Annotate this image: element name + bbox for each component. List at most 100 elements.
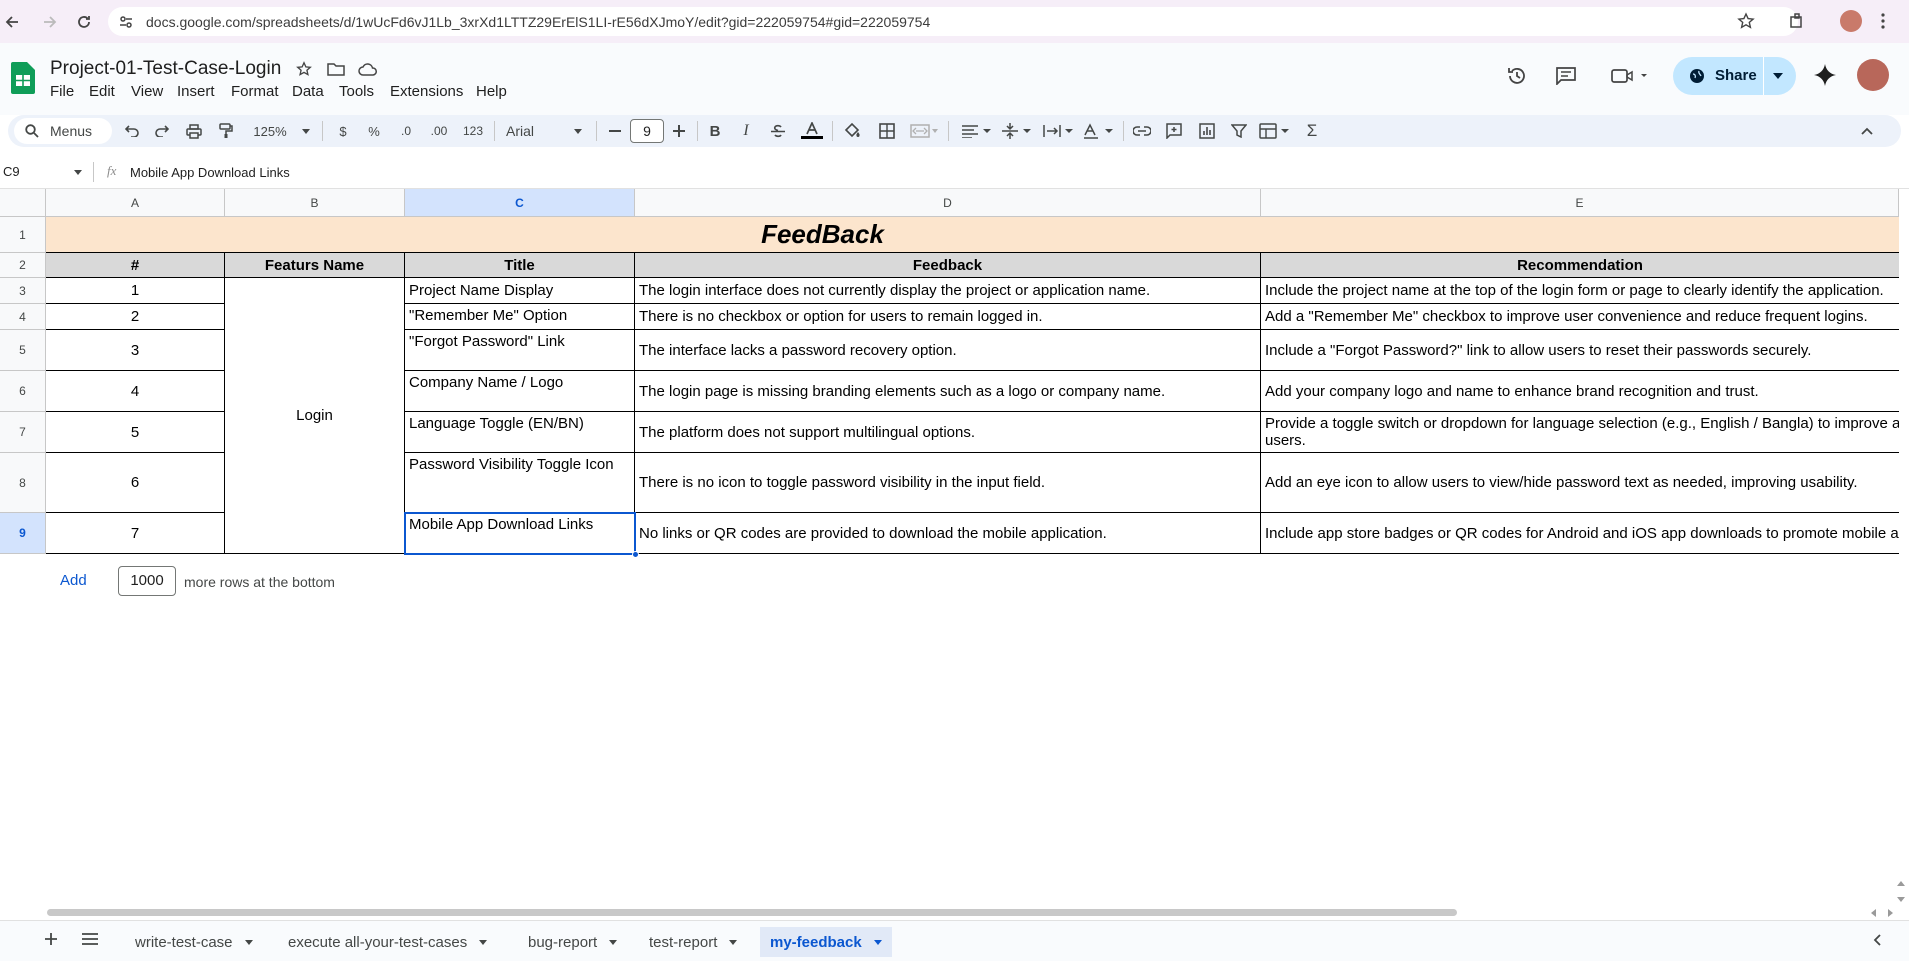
- menu-tools[interactable]: Tools: [339, 83, 374, 100]
- cloud-saved-icon[interactable]: [358, 62, 378, 76]
- comments-icon[interactable]: [1556, 67, 1576, 85]
- banner-cell[interactable]: FeedBack: [46, 217, 1899, 253]
- bookmark-star-icon[interactable]: [1737, 12, 1755, 30]
- sheet-tab-write-test-case[interactable]: write-test-case: [125, 927, 263, 957]
- menu-insert[interactable]: Insert: [177, 83, 215, 100]
- collapse-menus-icon[interactable]: [1857, 121, 1877, 141]
- title-cell[interactable]: Language Toggle (EN/BN): [405, 412, 635, 453]
- meet-video-icon[interactable]: [1611, 68, 1649, 84]
- document-title[interactable]: Project-01-Test-Case-Login: [50, 58, 281, 80]
- text-wrapping-icon[interactable]: [1042, 121, 1076, 141]
- menu-format[interactable]: Format: [231, 83, 279, 100]
- insert-chart-icon[interactable]: [1196, 121, 1218, 141]
- tab-dropdown-icon[interactable]: [609, 939, 618, 945]
- currency-format-button[interactable]: $: [334, 121, 352, 141]
- feedback-cell[interactable]: The login interface does not currently d…: [635, 278, 1261, 304]
- feedback-cell[interactable]: The platform does not support multilingu…: [635, 412, 1261, 453]
- font-size-input[interactable]: 9: [630, 119, 664, 143]
- header-feature-name[interactable]: Featurs Name: [225, 253, 405, 278]
- feedback-cell[interactable]: There is no icon to toggle password visi…: [635, 453, 1261, 513]
- feedback-cell[interactable]: There is no checkbox or option for users…: [635, 304, 1261, 330]
- number-format-button[interactable]: 123: [460, 121, 486, 141]
- sheet-tab-bug-report[interactable]: bug-report: [518, 927, 627, 957]
- fill-color-icon[interactable]: [842, 121, 862, 141]
- move-folder-icon[interactable]: [327, 61, 345, 77]
- text-color-icon[interactable]: [800, 121, 824, 141]
- header-feedback[interactable]: Feedback: [635, 253, 1261, 278]
- horizontal-align-icon[interactable]: [960, 121, 994, 141]
- header-title[interactable]: Title: [405, 253, 635, 278]
- recommendation-cell[interactable]: Include a "Forgot Password?" link to all…: [1261, 330, 1899, 371]
- header-number[interactable]: #: [46, 253, 225, 278]
- account-avatar[interactable]: [1857, 59, 1889, 91]
- vertical-align-icon[interactable]: [1000, 121, 1034, 141]
- menu-help[interactable]: Help: [476, 83, 507, 100]
- recommendation-cell[interactable]: Add your company logo and name to enhanc…: [1261, 371, 1899, 412]
- increase-font-size-icon[interactable]: [671, 121, 687, 141]
- forward-icon[interactable]: [38, 10, 62, 34]
- scroll-left-icon[interactable]: [1870, 909, 1878, 917]
- zoom-select[interactable]: 125%: [250, 121, 290, 141]
- number-cell[interactable]: 5: [46, 412, 225, 453]
- scroll-down-icon[interactable]: [1897, 895, 1905, 903]
- recommendation-cell[interactable]: Add an eye icon to allow users to view/h…: [1261, 453, 1899, 513]
- filter-icon[interactable]: [1228, 121, 1250, 141]
- name-box-dropdown-icon[interactable]: [74, 170, 82, 175]
- back-icon[interactable]: [0, 10, 24, 34]
- number-cell[interactable]: 4: [46, 371, 225, 412]
- add-rows-button[interactable]: Add: [60, 572, 87, 589]
- explore-collapse-icon[interactable]: [1873, 934, 1881, 946]
- tab-dropdown-icon[interactable]: [479, 939, 488, 945]
- add-sheet-icon[interactable]: [44, 932, 58, 946]
- number-cell[interactable]: 7: [46, 513, 225, 554]
- title-cell[interactable]: "Remember Me" Option: [405, 304, 635, 330]
- title-cell[interactable]: Password Visibility Toggle Icon: [405, 453, 635, 513]
- italic-icon[interactable]: I: [736, 121, 756, 141]
- insert-comment-icon[interactable]: [1163, 121, 1185, 141]
- title-cell[interactable]: "Forgot Password" Link: [405, 330, 635, 371]
- row-header-5[interactable]: 5: [0, 330, 46, 371]
- feedback-cell[interactable]: The interface lacks a password recovery …: [635, 330, 1261, 371]
- recommendation-cell[interactable]: Include app store badges or QR codes for…: [1261, 513, 1899, 554]
- functions-sigma-icon[interactable]: Σ: [1302, 121, 1322, 141]
- tab-dropdown-icon[interactable]: [729, 939, 738, 945]
- redo-icon[interactable]: [152, 121, 172, 141]
- menu-extensions[interactable]: Extensions: [390, 83, 463, 100]
- borders-icon[interactable]: [877, 121, 897, 141]
- reload-icon[interactable]: [72, 10, 96, 34]
- feedback-cell[interactable]: The login page is missing branding eleme…: [635, 371, 1261, 412]
- title-cell[interactable]: Company Name / Logo: [405, 371, 635, 412]
- header-recommendation[interactable]: Recommendation: [1261, 253, 1899, 278]
- column-header-c[interactable]: C: [405, 189, 635, 217]
- row-header-7[interactable]: 7: [0, 412, 46, 453]
- font-dropdown-icon[interactable]: [572, 121, 584, 141]
- row-header-6[interactable]: 6: [0, 371, 46, 412]
- bold-icon[interactable]: B: [705, 121, 725, 141]
- star-icon[interactable]: [296, 61, 312, 77]
- name-box[interactable]: C9: [3, 164, 20, 179]
- extensions-icon[interactable]: [1788, 12, 1806, 30]
- text-rotation-icon[interactable]: [1082, 121, 1116, 141]
- number-cell[interactable]: 3: [46, 330, 225, 371]
- strikethrough-icon[interactable]: [768, 121, 788, 141]
- version-history-icon[interactable]: [1506, 65, 1528, 87]
- browser-profile-avatar[interactable]: [1840, 10, 1862, 32]
- decrease-font-size-icon[interactable]: [607, 121, 623, 141]
- row-header-2[interactable]: 2: [0, 253, 46, 278]
- gemini-sparkle-icon[interactable]: [1814, 64, 1836, 86]
- share-dropdown-icon[interactable]: [1773, 73, 1783, 79]
- row-header-1[interactable]: 1: [0, 217, 46, 253]
- print-icon[interactable]: [184, 121, 204, 141]
- tab-dropdown-icon[interactable]: [244, 939, 253, 945]
- row-header-9[interactable]: 9: [0, 513, 46, 554]
- merge-cells-icon[interactable]: [909, 121, 939, 141]
- scroll-up-icon[interactable]: [1897, 880, 1905, 888]
- title-cell-selected[interactable]: Mobile App Download Links: [405, 513, 635, 554]
- column-header-b[interactable]: B: [225, 189, 405, 217]
- browser-menu-icon[interactable]: [1880, 12, 1886, 30]
- row-header-4[interactable]: 4: [0, 304, 46, 330]
- add-rows-count-input[interactable]: 1000: [118, 566, 176, 596]
- title-cell[interactable]: Project Name Display: [405, 278, 635, 304]
- column-header-a[interactable]: A: [46, 189, 225, 217]
- filter-views-icon[interactable]: [1258, 121, 1292, 141]
